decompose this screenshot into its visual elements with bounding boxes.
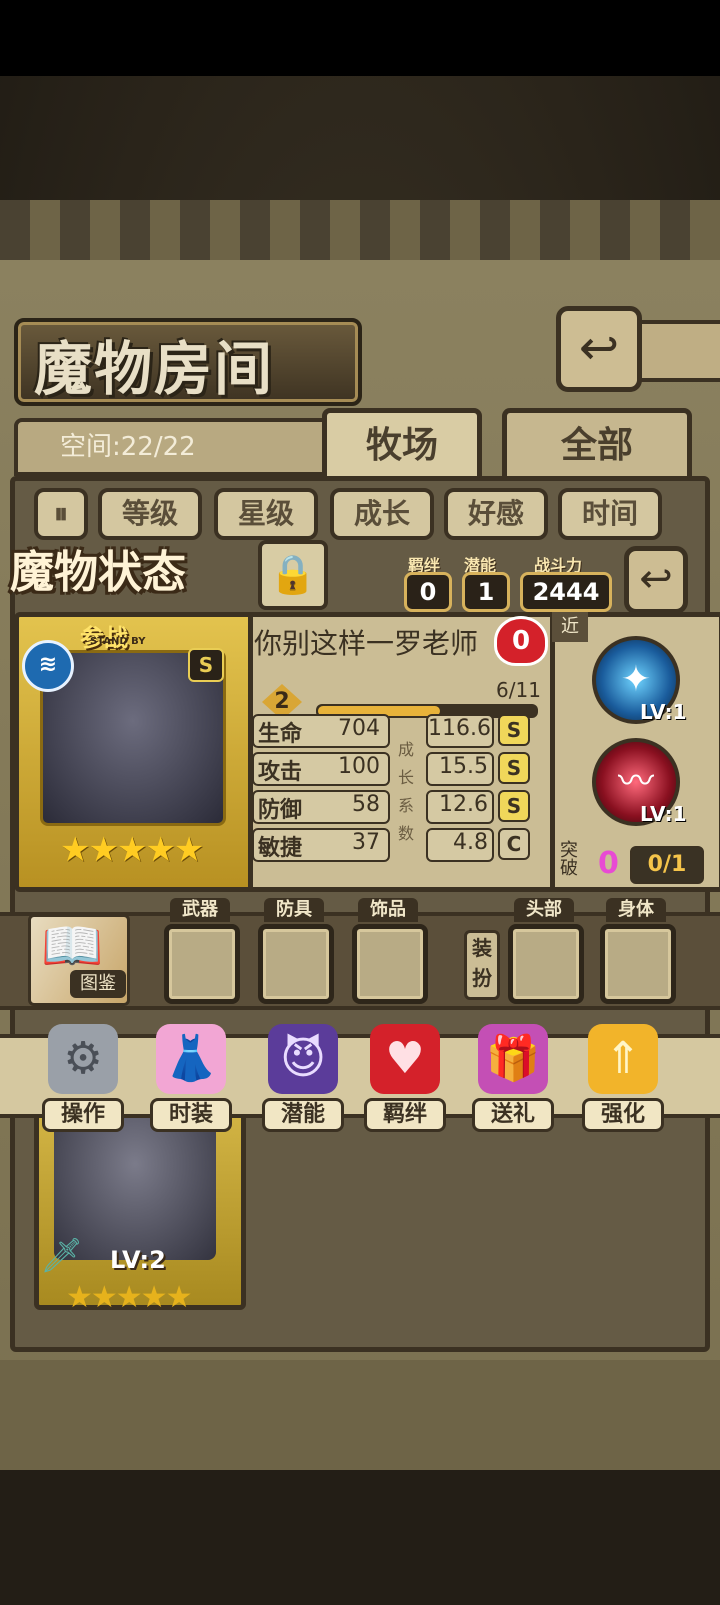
back-button-extension: [630, 320, 720, 382]
gift-box-icon: 🎁: [478, 1024, 548, 1094]
sword-icon: 🗡: [40, 1236, 84, 1276]
growth-value-hp: 116.6: [428, 716, 491, 741]
enhance-label: 强化: [582, 1098, 664, 1132]
stat-name-agi: 敏捷: [258, 836, 303, 861]
tab-ranch[interactable]: 牧场: [322, 408, 482, 484]
gift-button[interactable]: 🎁 送礼: [472, 1024, 554, 1132]
enhance-button[interactable]: ⇑ 强化: [582, 1024, 664, 1132]
skill-level-1: LV:1: [640, 700, 687, 724]
growth-value-agi: 4.8: [453, 830, 488, 855]
potential-value: 1: [462, 572, 510, 612]
torn-edge-decoration: [0, 200, 720, 260]
accessory-slot[interactable]: [352, 924, 428, 1004]
hearts-icon: ♥: [370, 1024, 440, 1094]
outfit-icon: 👗: [156, 1024, 226, 1094]
armor-slot[interactable]: [258, 924, 334, 1004]
skill-level-2: LV:1: [640, 802, 687, 826]
slot-label-head: 头部: [514, 898, 574, 922]
body-slot[interactable]: [600, 924, 676, 1004]
sort-star-button[interactable]: 星级: [214, 488, 318, 540]
star-rating: ★★★★★: [60, 830, 204, 870]
break-label: 突破: [560, 840, 578, 879]
affection-heart: 0: [494, 616, 548, 666]
sort-toggle-button[interactable]: ⏸: [34, 488, 88, 540]
stat-name-atk: 攻击: [258, 760, 303, 785]
sort-level-button[interactable]: 等级: [98, 488, 202, 540]
card-stars: ★★★★★: [66, 1280, 192, 1315]
sort-time-button[interactable]: 时间: [558, 488, 662, 540]
bottom-map-area: [0, 1470, 720, 1605]
page-title: 魔物房间: [34, 335, 275, 403]
book-icon: 📖: [41, 917, 104, 975]
sort-affection-button[interactable]: 好感: [444, 488, 548, 540]
stat-value-atk: 100: [338, 754, 380, 779]
rank-badge: S: [188, 648, 224, 682]
bond-button[interactable]: ♥ 羁绊: [364, 1024, 446, 1132]
slot-label-armor: 防具: [264, 898, 324, 922]
codex-label: 图鉴: [70, 970, 126, 998]
gift-label: 送礼: [472, 1098, 554, 1132]
costume-label: 时装: [150, 1098, 232, 1132]
space-counter: 空间:22/22: [60, 432, 196, 462]
growth-value-def: 12.6: [439, 792, 488, 817]
exp-text: 6/11: [496, 678, 541, 702]
pause-sort-icon: ⏸: [53, 497, 68, 530]
standby-subtext: STAND BY: [90, 636, 146, 647]
stat-value-hp: 704: [338, 716, 380, 741]
slot-label-accessory: 饰品: [358, 898, 418, 922]
costume-button[interactable]: 👗 时装: [150, 1024, 232, 1132]
stat-name-hp: 生命: [258, 722, 303, 747]
sort-growth-button[interactable]: 成长: [330, 488, 434, 540]
range-tag: 近: [552, 612, 588, 642]
double-up-arrow-icon: ⇑: [588, 1024, 658, 1094]
back-button[interactable]: ↩: [556, 306, 642, 392]
card-level: LV:2: [110, 1246, 166, 1274]
potential-button[interactable]: 😈 潜能: [262, 1024, 344, 1132]
stat-name-def: 防御: [258, 798, 303, 823]
weapon-slot[interactable]: [164, 924, 240, 1004]
head-slot[interactable]: [508, 924, 584, 1004]
water-element-icon: ≋: [22, 640, 74, 692]
return-arrow-icon: ↩: [578, 320, 620, 376]
padlock-icon: 🔒: [269, 552, 317, 596]
return-arrow-icon: ↩: [639, 556, 673, 602]
power-value: 2444: [520, 572, 612, 612]
dress-up-button[interactable]: 装扮: [464, 930, 500, 1000]
board-floor: [0, 1360, 720, 1470]
break-value: 0: [598, 846, 619, 881]
gear-icon: ⚙: [48, 1024, 118, 1094]
growth-coefficient-label: 成长系数: [398, 740, 415, 843]
growth-grade-agi: C: [498, 828, 530, 860]
slot-label-body: 身体: [606, 898, 666, 922]
lock-button[interactable]: 🔒: [258, 540, 328, 610]
break-progress: 0/1: [630, 846, 704, 884]
monster-status-title: 魔物状态: [10, 547, 186, 598]
growth-grade-def: S: [498, 790, 530, 822]
monster-name: 你别这样一罗老师: [254, 627, 479, 660]
tab-all[interactable]: 全部: [502, 408, 692, 484]
operate-button[interactable]: ⚙ 操作: [42, 1024, 124, 1132]
stat-value-def: 58: [352, 792, 380, 817]
potential-action-label: 潜能: [262, 1098, 344, 1132]
close-status-button[interactable]: ↩: [624, 546, 688, 614]
growth-value-atk: 15.5: [439, 754, 488, 779]
slot-label-weapon: 武器: [170, 898, 230, 922]
bond-value: 0: [404, 572, 452, 612]
growth-grade-atk: S: [498, 752, 530, 784]
operate-label: 操作: [42, 1098, 124, 1132]
stat-value-agi: 37: [352, 830, 380, 855]
bond-action-label: 羁绊: [364, 1098, 446, 1132]
shadow-demon-icon: 😈: [268, 1024, 338, 1094]
growth-grade-hp: S: [498, 714, 530, 746]
